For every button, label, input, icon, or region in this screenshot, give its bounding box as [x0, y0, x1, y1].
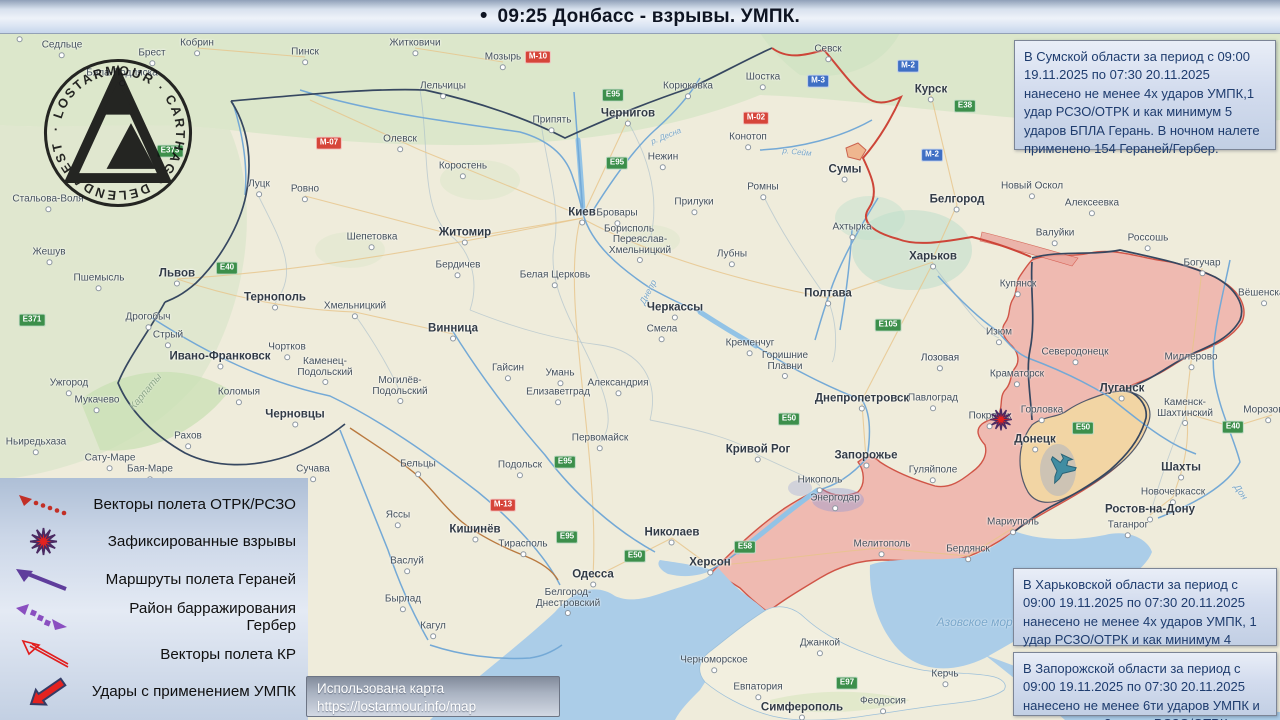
solid-arrow-icon	[6, 565, 80, 593]
dashed-arrow-icon	[6, 602, 80, 632]
legend-item-label: Район барражирования Гербер	[129, 599, 296, 634]
screenshot-root: МелецСедльцеКобринБрестБяла-ПодляскаПинс…	[0, 0, 1280, 720]
map-legend-panel: Векторы полета ОТРК/РСЗО Зафиксированные …	[0, 478, 308, 720]
legend-item: Векторы полета ОТРК/РСЗО	[6, 486, 300, 522]
legend-item-label: Векторы полета ОТРК/РСЗО	[93, 495, 296, 513]
infobox-kharkiv-region: В Харьковской области за период с 09:00 …	[1013, 568, 1277, 666]
infobox-zaporizhzhia-region: В Запорожской области за период с 09:00 …	[1013, 652, 1277, 720]
legend-item: Зафиксированные взрывы	[6, 524, 300, 560]
page-title: 09:25 Донбасс - взрывы. УМПК.	[497, 5, 800, 27]
source-label: Использована карта	[317, 681, 445, 696]
explosion-burst-icon	[6, 526, 80, 557]
legend-item: Маршруты полета Гераней	[6, 561, 300, 597]
stamp-graphic: · LOSTARMOUR · CARTHAGO DELENDA EST	[43, 58, 193, 208]
legend-items: Векторы полета ОТРК/РСЗО Зафиксированные …	[6, 486, 300, 710]
legend-item: Векторы полета КР	[6, 636, 300, 672]
title-bullet-icon: •	[479, 4, 488, 27]
source-url: https://lostarmour.info/map	[317, 699, 477, 715]
legend-item: Удары с применением УМПК	[6, 674, 300, 710]
infobox-sumy-region: В Сумской области за период с 09:00 19.1…	[1014, 40, 1276, 156]
legend-item-label: Удары с применением УМПК	[91, 683, 296, 701]
thick-arrow-icon	[6, 676, 80, 708]
lostarmour-stamp-logo: · LOSTARMOUR · CARTHAGO DELENDA EST	[18, 33, 218, 238]
thin-arrow-icon	[6, 637, 80, 671]
legend-item: Район барражирования Гербер	[6, 599, 300, 635]
legend-item-label: Зафиксированные взрывы	[107, 533, 296, 551]
map-source-attribution: Использована карта https://lostarmour.in…	[306, 676, 560, 717]
legend-item-label: Векторы полета КР	[160, 645, 296, 663]
legend-item-label: Маршруты полета Гераней	[105, 570, 296, 588]
dotted-arrow-icon	[6, 491, 80, 517]
title-bar: • 09:25 Донбасс - взрывы. УМПК.	[0, 0, 1280, 34]
